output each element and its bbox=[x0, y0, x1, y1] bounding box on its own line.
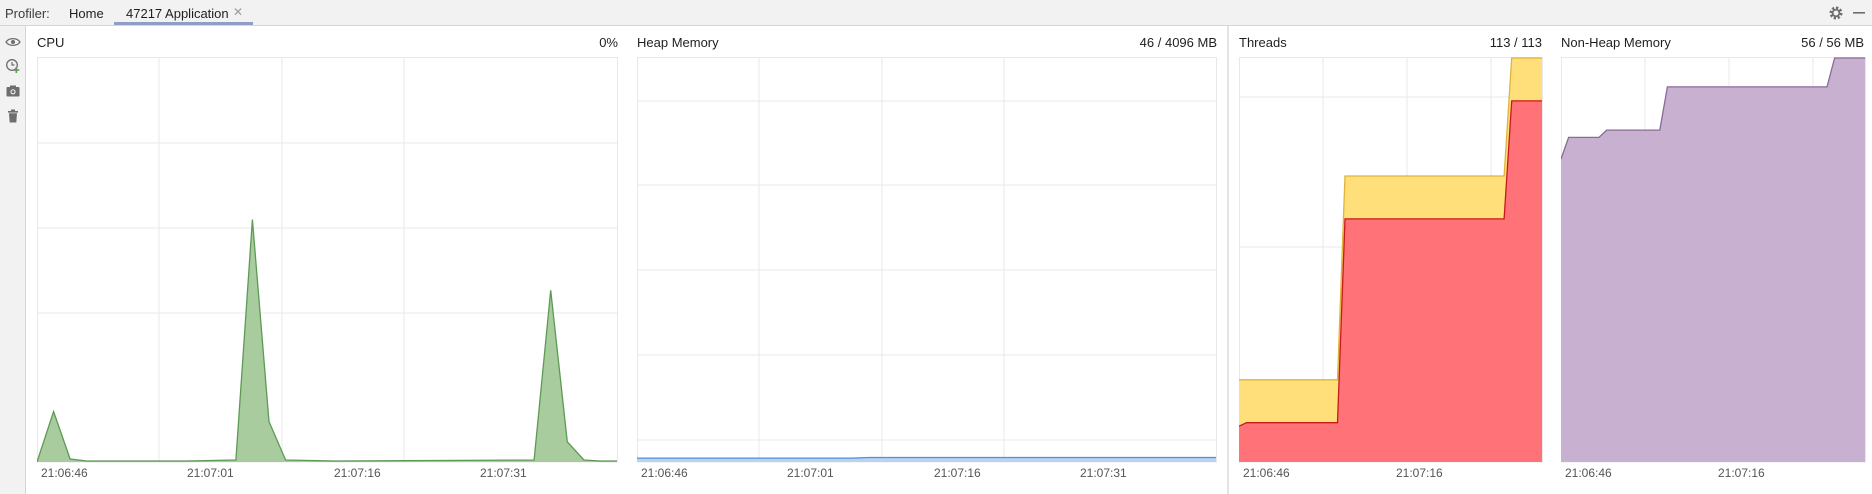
camera-icon[interactable] bbox=[5, 83, 21, 99]
cpu-tick-label: 21:07:01 bbox=[187, 466, 234, 480]
nonheap-title: Non-Heap Memory bbox=[1561, 35, 1671, 50]
heap-tick-label: 21:07:31 bbox=[1080, 466, 1127, 480]
cpu-title: CPU bbox=[37, 35, 65, 50]
cpu-panel: CPU 0% 21:06:46 21:07:01 21:07:16 21:07:… bbox=[27, 26, 622, 494]
trash-icon[interactable] bbox=[5, 108, 21, 124]
profiler-label: Profiler: bbox=[5, 6, 50, 21]
heap-panel: Heap Memory 46 / 4096 MB 21:06:46 21:07:… bbox=[628, 26, 1221, 494]
close-tab-icon[interactable]: ✕ bbox=[233, 5, 243, 19]
tab-home[interactable]: Home bbox=[69, 6, 104, 21]
nonheap-tick-label: 21:07:16 bbox=[1718, 466, 1765, 480]
threads-tick-label: 21:06:46 bbox=[1243, 466, 1290, 480]
threads-value: 113 / 113 bbox=[1489, 35, 1542, 50]
heap-value: 46 / 4096 MB bbox=[1139, 35, 1217, 50]
nonheap-panel: Non-Heap Memory 56 / 56 MB 21:06:46 21:0… bbox=[1552, 26, 1872, 494]
series-line bbox=[637, 456, 1216, 459]
threads-title: Threads bbox=[1239, 35, 1287, 50]
gear-icon[interactable] bbox=[1828, 5, 1844, 26]
nonheap-tick-label: 21:06:46 bbox=[1565, 466, 1612, 480]
cpu-tick-label: 21:07:16 bbox=[334, 466, 381, 480]
heap-tick-label: 21:06:46 bbox=[641, 466, 688, 480]
series-area bbox=[37, 219, 617, 462]
cpu-chart[interactable] bbox=[37, 57, 618, 463]
heap-chart[interactable] bbox=[637, 57, 1217, 463]
eye-icon[interactable] bbox=[5, 34, 21, 50]
minimize-icon[interactable] bbox=[1852, 5, 1866, 26]
clock-add-icon[interactable] bbox=[5, 58, 21, 74]
series-line bbox=[37, 219, 617, 463]
chart-frame bbox=[637, 57, 1217, 463]
tab-bar: Profiler: Home 47217 Application ✕ bbox=[0, 0, 1872, 26]
chart-frame bbox=[37, 57, 618, 463]
nonheap-chart[interactable] bbox=[1561, 57, 1866, 463]
series-area bbox=[1561, 58, 1865, 462]
cpu-value: 0% bbox=[599, 35, 618, 50]
threads-tick-label: 21:07:16 bbox=[1396, 466, 1443, 480]
threads-panel: Threads 113 / 113 21:06:46 21:07:16 bbox=[1230, 26, 1546, 494]
cpu-tick-label: 21:07:31 bbox=[480, 466, 527, 480]
tab-application[interactable]: 47217 Application bbox=[126, 6, 229, 21]
side-toolbar bbox=[0, 26, 26, 494]
heap-tick-label: 21:07:01 bbox=[787, 466, 834, 480]
threads-chart[interactable] bbox=[1239, 57, 1543, 463]
nonheap-value: 56 / 56 MB bbox=[1801, 35, 1864, 50]
cpu-tick-label: 21:06:46 bbox=[41, 466, 88, 480]
panel-divider[interactable] bbox=[1227, 26, 1229, 494]
active-tab-indicator bbox=[114, 22, 253, 25]
heap-title: Heap Memory bbox=[637, 35, 719, 50]
heap-tick-label: 21:07:16 bbox=[934, 466, 981, 480]
